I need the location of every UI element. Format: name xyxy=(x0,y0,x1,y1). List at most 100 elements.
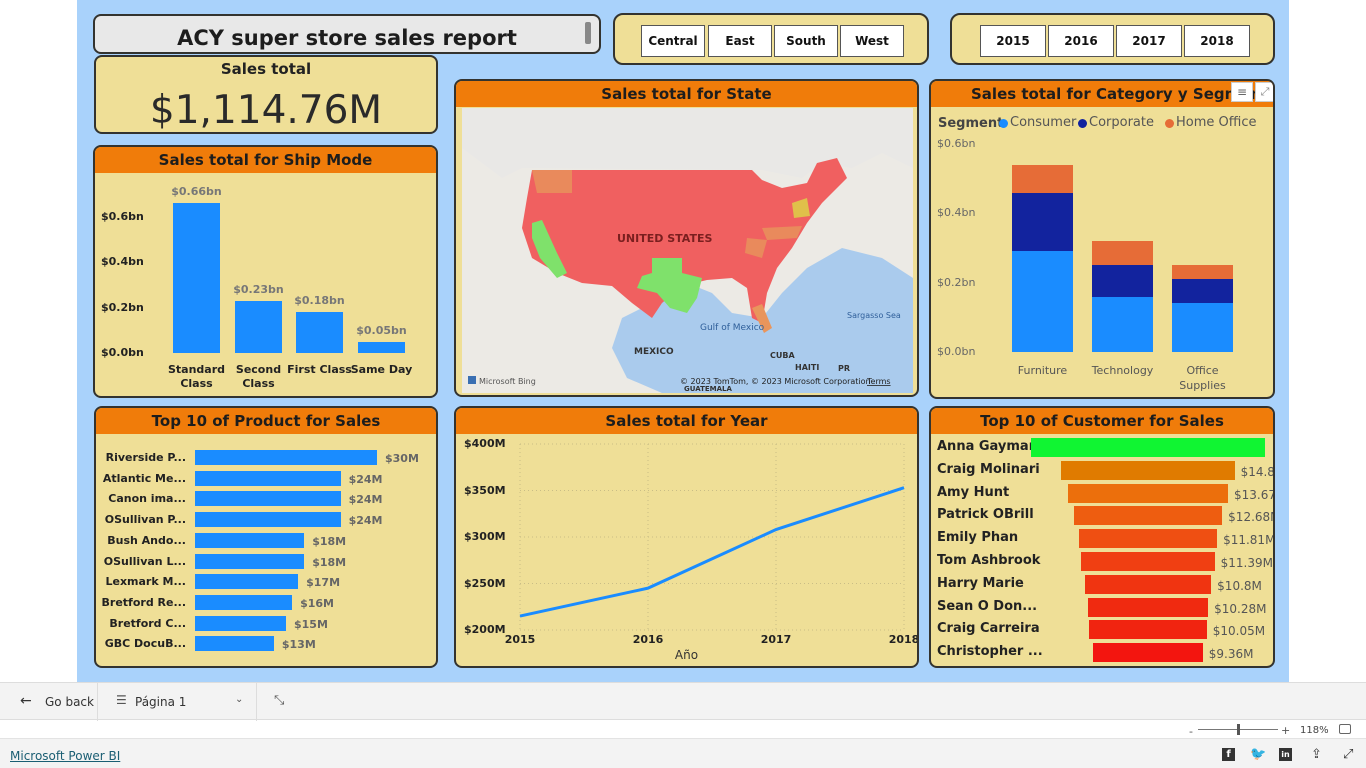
year-button-2017[interactable]: 2017 xyxy=(1116,25,1182,57)
x-tick-label: 2015 xyxy=(504,633,536,646)
category-label: Patrick OBrill xyxy=(937,507,1034,523)
data-label: $12.68M xyxy=(1228,510,1273,525)
bar xyxy=(1068,483,1228,503)
powerbi-bottom-bar: Microsoft Power BI f 🐦 in ⇪ ⤢ xyxy=(0,738,1366,768)
y-tick-label: $0.2bn xyxy=(937,275,976,289)
bar xyxy=(1078,529,1218,549)
data-label: $13.67M xyxy=(1233,487,1273,502)
fit-page-icon[interactable] xyxy=(1339,724,1351,734)
filter-icon[interactable]: ≡ xyxy=(1231,82,1253,102)
y-tick-label: $300M xyxy=(464,530,506,543)
share-icon[interactable]: ⇪ xyxy=(1311,747,1322,762)
twitter-icon[interactable]: 🐦 xyxy=(1250,747,1266,762)
bar xyxy=(195,636,274,652)
data-label: $10.05M xyxy=(1212,624,1266,639)
legend-dot xyxy=(1165,119,1174,128)
report-title-box: ACY super store sales report xyxy=(93,14,601,54)
region-button-west[interactable]: West xyxy=(840,25,904,57)
bar xyxy=(1089,620,1207,640)
category-label: Lexmark M... xyxy=(105,575,186,589)
state-map-title: Sales total for State xyxy=(456,81,917,107)
y-tick-label: $350M xyxy=(464,483,506,497)
bar xyxy=(235,300,282,353)
data-label: $30M xyxy=(385,452,419,465)
collapse-icon[interactable]: ⤡ xyxy=(274,693,284,708)
zoom-slider-thumb[interactable] xyxy=(1237,724,1240,735)
category-label: Tom Ashbrook xyxy=(937,553,1041,568)
data-label: $10.28M xyxy=(1214,601,1267,616)
sales-total-label: Sales total xyxy=(220,60,312,78)
focus-mode-icon[interactable]: ⤢ xyxy=(1255,82,1273,102)
category-label: Atlantic Me... xyxy=(102,471,186,485)
legend-label: Home Office xyxy=(1176,115,1257,130)
data-label: $14.8M xyxy=(1240,464,1275,479)
region-button-south[interactable]: South xyxy=(774,25,838,57)
category-label: Canon ima... xyxy=(108,492,186,506)
report-canvas: ACY super store sales report Central Eas… xyxy=(77,0,1289,682)
map-label-guatemala: GUATEMALA xyxy=(684,385,732,393)
data-label: $0.23bn xyxy=(233,282,284,296)
state-map[interactable]: UNITED STATES MEXICO Gulf of Mexico Sarg… xyxy=(462,108,913,393)
data-label: $0.05bn xyxy=(356,323,407,337)
bar xyxy=(195,594,293,610)
top-customers-card: Top 10 of Customer for Sales Anna Gayman… xyxy=(929,406,1275,668)
x-tick-label: 2016 xyxy=(632,633,664,646)
category-label: OSullivan P... xyxy=(104,513,186,527)
year-sales-title: Sales total for Year xyxy=(456,408,917,434)
page-list-icon: ☰ xyxy=(116,693,127,707)
map-label-cuba: CUBA xyxy=(770,351,795,360)
map-label-pr: PR xyxy=(838,364,850,373)
year-sales-card: Sales total for Year $200M $250M $300M $350… xyxy=(454,406,919,668)
category-label: Riverside P... xyxy=(105,451,186,464)
stack-segment xyxy=(1172,279,1233,304)
state-map-card: Sales total for State UNITED STATES MEXI… xyxy=(454,79,919,397)
region-slicer: Central East South West xyxy=(613,13,929,65)
ship-mode-card: Sales total for Ship Mode $0.0bn $0.2bn $0… xyxy=(93,145,438,398)
bar xyxy=(195,450,377,465)
page-selector[interactable]: ☰ Página 1 ⌄ xyxy=(99,683,257,721)
region-button-central[interactable]: Central xyxy=(641,25,705,57)
year-sales-plot: $200M $250M $300M $350M $400M 2015 2016 2017 201… xyxy=(456,434,917,666)
category-plot: $0.0bn $0.2bn $0.4bn $0.6bn Furniture Technol… xyxy=(931,137,1273,395)
sales-total-card: Sales total $1,114.76M xyxy=(94,55,438,134)
data-label: $24M xyxy=(348,493,383,507)
map-label-sargasso: Sargasso Sea xyxy=(847,311,901,320)
top-customers-plot: Anna Gayman Craig Molinari $14.8M Amy Hunt $… xyxy=(931,434,1273,666)
stack-segment xyxy=(1092,296,1153,352)
bar xyxy=(358,341,405,353)
data-label: $0.18bn xyxy=(294,294,345,308)
y-tick-label: $0.4bn xyxy=(937,206,976,220)
category-card: Sales total for Category y Segment ≡ ⤢ S… xyxy=(929,79,1275,399)
linkedin-icon[interactable]: in xyxy=(1279,748,1292,761)
category-label: Bretford C... xyxy=(109,616,186,630)
y-tick-label: $0.6bn xyxy=(937,137,976,150)
year-slicer: 2015 2016 2017 2018 xyxy=(950,13,1275,65)
category-label: Craig Molinari xyxy=(937,461,1040,477)
powerbi-link[interactable]: Microsoft Power BI xyxy=(10,749,120,763)
bar xyxy=(1031,438,1265,457)
y-tick-label: $0.2bn xyxy=(101,300,144,314)
category-legend: Consumer Corporate Home Office xyxy=(999,115,1269,133)
data-label: $0.66bn xyxy=(171,185,222,198)
facebook-icon[interactable]: f xyxy=(1222,748,1235,761)
year-button-2015[interactable]: 2015 xyxy=(980,25,1046,57)
map-label-haiti: HAITI xyxy=(795,363,819,372)
bar xyxy=(296,312,343,353)
year-button-2018[interactable]: 2018 xyxy=(1184,25,1250,57)
region-button-east[interactable]: East xyxy=(708,25,772,57)
y-tick-label: $250M xyxy=(464,576,506,590)
title-scrollbar[interactable] xyxy=(585,22,591,44)
category-title: Sales total for Category y Segment xyxy=(931,81,1273,107)
top-products-title: Top 10 of Product for Sales xyxy=(96,408,436,434)
bing-logo: Microsoft Bing xyxy=(479,377,536,386)
zoom-minus-button[interactable]: - xyxy=(1189,725,1193,738)
fullscreen-icon[interactable]: ⤢ xyxy=(1343,747,1353,762)
year-button-2016[interactable]: 2016 xyxy=(1048,25,1114,57)
zoom-plus-button[interactable]: + xyxy=(1281,724,1290,737)
zoom-level: 118% xyxy=(1300,725,1329,736)
x-axis-title: Año xyxy=(674,648,699,662)
go-back-button[interactable]: ← Go back xyxy=(0,683,98,721)
data-label: $24M xyxy=(348,514,383,528)
category-label: Bush Ando... xyxy=(107,533,186,547)
x-tick-label: Same Day xyxy=(350,363,413,376)
